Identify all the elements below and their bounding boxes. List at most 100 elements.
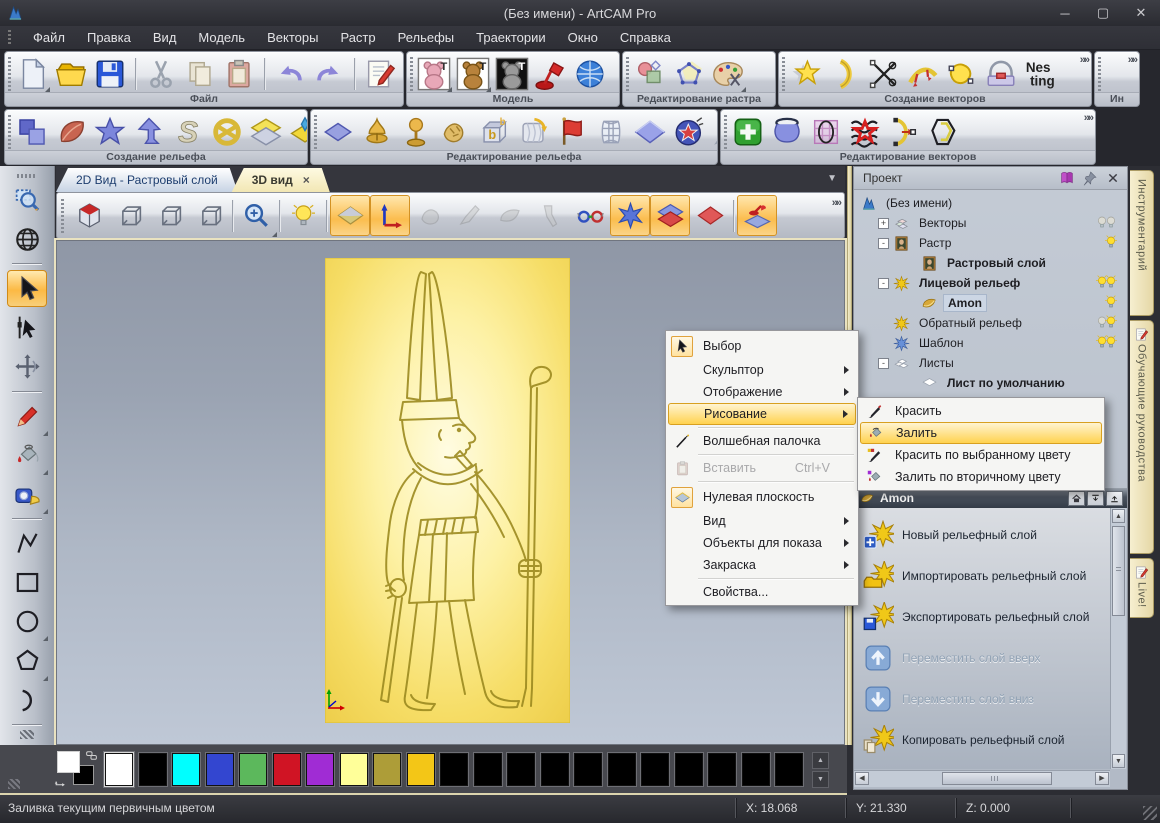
cube-red-button[interactable] xyxy=(69,195,109,236)
palette-scroll-down-icon[interactable]: ▼ xyxy=(812,771,829,788)
scroll-down-icon[interactable]: ▼ xyxy=(1112,754,1125,768)
menu-item-Объекты для показа[interactable]: Объекты для показа xyxy=(668,532,856,554)
menu-Растр[interactable]: Растр xyxy=(329,28,386,47)
menu-item-Красить[interactable]: Красить xyxy=(860,400,1102,422)
pin-gold-icon[interactable] xyxy=(399,115,433,149)
minimize-button[interactable]: ─ xyxy=(1054,6,1076,21)
palette-swatch-6[interactable] xyxy=(306,753,334,786)
bear-dark-icon[interactable]: T xyxy=(495,57,529,91)
palette-swatch-17[interactable] xyxy=(675,753,703,786)
scrollbar-thumb[interactable] xyxy=(1112,526,1125,616)
palette-swatch-7[interactable] xyxy=(340,753,368,786)
fountain-gold-icon[interactable] xyxy=(360,115,394,149)
circle-tool-button[interactable] xyxy=(7,603,47,640)
palette-swatch-16[interactable] xyxy=(641,753,669,786)
menu-item-Рисование[interactable]: Рисование xyxy=(668,403,856,425)
bulb-button[interactable] xyxy=(283,195,323,236)
menu-item-Закраска[interactable]: Закраска xyxy=(668,554,856,576)
undo-icon[interactable] xyxy=(273,57,307,91)
palette-swatch-3[interactable] xyxy=(206,753,234,786)
tree-item-Amon[interactable]: Amon xyxy=(854,293,1127,313)
dock-down-button[interactable] xyxy=(1087,491,1104,506)
open-folder-icon[interactable] xyxy=(54,57,88,91)
menu-Правка[interactable]: Правка xyxy=(76,28,142,47)
sphere-star-icon[interactable] xyxy=(672,115,706,149)
tree-item-Листы[interactable]: -Листы xyxy=(854,353,1127,373)
star-blue3d-icon[interactable] xyxy=(93,115,127,149)
menu-Векторы[interactable]: Векторы xyxy=(256,28,329,47)
blob-yellow-icon[interactable] xyxy=(945,57,979,91)
globe-button[interactable] xyxy=(7,221,47,258)
palette-swatch-15[interactable] xyxy=(608,753,636,786)
menu-item-Волшебная палочка[interactable]: Волшебная палочка xyxy=(668,430,856,452)
chisel-icon[interactable] xyxy=(711,115,718,149)
star-waves-icon[interactable] xyxy=(848,115,882,149)
menu-item-Отображение[interactable]: Отображение xyxy=(668,381,856,403)
collapse-icon[interactable]: - xyxy=(878,238,889,249)
palette-swatch-13[interactable] xyxy=(541,753,569,786)
menu-Справка[interactable]: Справка xyxy=(609,28,682,47)
palette-scissors-icon[interactable] xyxy=(711,57,745,91)
visibility-toggle[interactable] xyxy=(1110,294,1119,310)
resize-grip[interactable] xyxy=(20,730,34,739)
primary-secondary-colors[interactable] xyxy=(57,751,103,789)
tree-item-Растровый слой[interactable]: Растровый слой xyxy=(854,253,1127,273)
hands-gold-icon[interactable] xyxy=(438,115,472,149)
new-page-icon[interactable] xyxy=(15,57,49,91)
swap-colors-icon[interactable] xyxy=(54,775,67,788)
star-shadow-icon[interactable] xyxy=(789,57,823,91)
copy-icon[interactable] xyxy=(183,57,217,91)
menu-item-Залить[interactable]: Залить xyxy=(860,422,1102,444)
collapse-icon[interactable]: - xyxy=(878,358,889,369)
tree-item-(Без имени)[interactable]: (Без имени) xyxy=(854,193,1127,213)
group-overflow-icon[interactable]: »» xyxy=(1128,54,1136,66)
expand-icon[interactable]: + xyxy=(878,218,889,229)
group-drag-handle[interactable] xyxy=(8,57,11,91)
tree-item-Шаблон[interactable]: Шаблон xyxy=(854,333,1127,353)
planes-gold-icon[interactable] xyxy=(249,115,283,149)
raster-combine-icon[interactable] xyxy=(633,57,667,91)
palette-swatch-8[interactable] xyxy=(373,753,401,786)
group-drag-handle[interactable] xyxy=(1098,57,1101,91)
measure-button[interactable] xyxy=(7,476,47,513)
primary-color-swatch[interactable] xyxy=(57,751,80,773)
letter-s-icon[interactable]: S xyxy=(171,115,205,149)
bear-pink-icon[interactable]: T xyxy=(417,57,451,91)
scrollbar-thumb[interactable] xyxy=(942,772,1052,785)
window-resize-grip[interactable] xyxy=(1143,806,1157,820)
knot-gold-icon[interactable] xyxy=(210,115,244,149)
cube-wire3-button[interactable] xyxy=(189,195,229,236)
tab-list-dropdown-icon[interactable]: ▼ xyxy=(827,173,837,184)
pencil-red-button[interactable] xyxy=(7,398,47,435)
lamp-red-icon[interactable] xyxy=(534,57,568,91)
palette-swatch-20[interactable] xyxy=(775,753,803,786)
vector-pentagon-icon[interactable] xyxy=(672,57,706,91)
scroll-up-icon[interactable]: ▲ xyxy=(1112,509,1125,523)
polygon-tool-button[interactable] xyxy=(7,642,47,679)
dock-up-button[interactable] xyxy=(1106,491,1123,506)
cursor-button[interactable] xyxy=(7,270,47,307)
palette-scroll-up-icon[interactable]: ▲ xyxy=(812,752,829,769)
tree-item-Векторы[interactable]: +Векторы xyxy=(854,213,1127,233)
command-Импортировать рельефный слой[interactable]: Импортировать рельефный слой xyxy=(862,555,1110,596)
palette-swatch-10[interactable] xyxy=(440,753,468,786)
fold-gold-icon[interactable] xyxy=(288,115,308,149)
group-drag-handle[interactable] xyxy=(410,57,413,91)
menubar-drag-handle[interactable] xyxy=(8,30,11,46)
group-overflow-icon[interactable]: »» xyxy=(1080,54,1088,66)
side-tab-Инструментарий[interactable]: Инструментарий xyxy=(1130,170,1154,316)
palette-swatch-5[interactable] xyxy=(273,753,301,786)
menu-Рельефы[interactable]: Рельефы xyxy=(387,28,466,47)
help-book-icon[interactable] xyxy=(1059,170,1075,186)
cube-b-icon[interactable]: bb xyxy=(477,115,511,149)
view-tab-3D вид[interactable]: 3D вид× xyxy=(232,168,330,192)
cage-wire-icon[interactable] xyxy=(594,115,628,149)
palette-swatch-2[interactable] xyxy=(172,753,200,786)
visibility-toggle[interactable] xyxy=(1101,314,1119,330)
palette-swatch-4[interactable] xyxy=(239,753,267,786)
side-tab-Live![interactable]: Live! xyxy=(1130,558,1154,618)
cage-pink-icon[interactable] xyxy=(809,115,843,149)
horizontal-scrollbar[interactable]: ◀ ▶ xyxy=(854,770,1110,787)
group-drag-handle[interactable] xyxy=(626,57,629,91)
menu-Модель[interactable]: Модель xyxy=(187,28,256,47)
